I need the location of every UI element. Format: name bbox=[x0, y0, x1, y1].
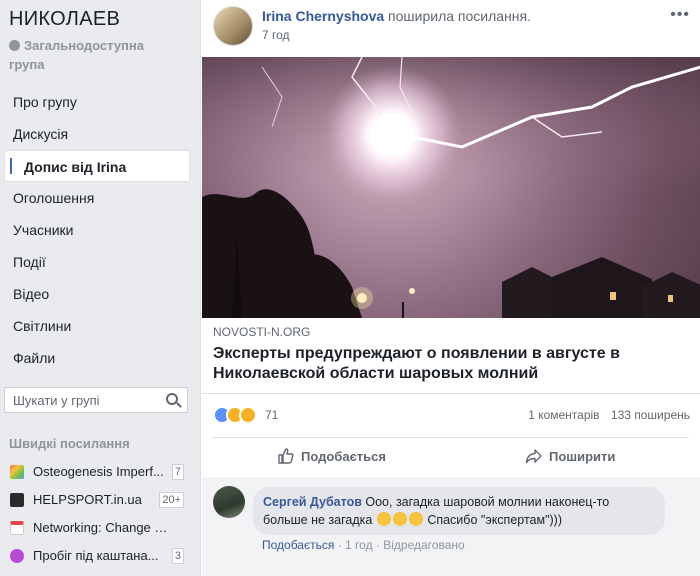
sad-reaction-icon bbox=[239, 406, 257, 424]
nav-item-videos[interactable]: Відео bbox=[4, 278, 190, 310]
link-preview-divider bbox=[202, 393, 700, 394]
link-title[interactable]: Эксперты предупреждают о появлении в авг… bbox=[213, 344, 683, 384]
link-preview-image[interactable] bbox=[202, 57, 700, 318]
quick-link-osteogenesis[interactable]: Osteogenesis Imperf... 7 bbox=[8, 458, 188, 486]
comments-count[interactable]: 1 коментарів bbox=[528, 408, 599, 422]
group-thumb-icon bbox=[10, 493, 24, 507]
rainbow-icon bbox=[10, 465, 24, 479]
globe-icon bbox=[9, 40, 20, 51]
quick-link-badge: 3 bbox=[171, 548, 184, 564]
nav-item-events[interactable]: Події bbox=[4, 246, 190, 278]
comment-like-link[interactable]: Подобається bbox=[262, 538, 334, 552]
quick-link-badge: 7 bbox=[171, 464, 184, 480]
nav-item-announcements[interactable]: Оголошення bbox=[4, 182, 190, 214]
post-action-text: поширила посилання. bbox=[388, 8, 531, 24]
laughing-emoji-icon bbox=[408, 512, 423, 526]
comment-bubble: Сергей Дубатов Ооо, загадка шаровой молн… bbox=[253, 487, 665, 535]
calendar-icon bbox=[10, 521, 24, 535]
laughing-emoji-icon bbox=[376, 512, 391, 526]
author-name-link[interactable]: Irina Chernyshova bbox=[262, 8, 384, 24]
like-button[interactable]: Подобається bbox=[277, 438, 386, 476]
post-header: Irina Chernyshova поширила посилання. bbox=[262, 8, 531, 24]
quick-link-helpsport[interactable]: HELPSPORT.in.ua 20+ bbox=[8, 486, 188, 514]
group-search-input[interactable] bbox=[5, 388, 155, 412]
quick-links: Osteogenesis Imperf... 7 HELPSPORT.in.ua… bbox=[8, 458, 188, 570]
commenter-name-link[interactable]: Сергей Дубатов bbox=[263, 495, 362, 509]
nav-item-discussion[interactable]: Дискусія bbox=[4, 118, 190, 150]
group-name[interactable]: НИКОЛАЕВ bbox=[9, 8, 120, 31]
share-button[interactable]: Поширити bbox=[525, 438, 615, 476]
privacy-label: Загальнодоступна група bbox=[9, 38, 144, 72]
post-actions: Подобається Поширити bbox=[213, 438, 689, 476]
flower-icon bbox=[10, 549, 24, 563]
link-domain[interactable]: NOVOSTI-N.ORG bbox=[213, 325, 310, 339]
left-sidebar: НИКОЛАЕВ Загальнодоступна група Про груп… bbox=[0, 0, 200, 576]
reaction-count[interactable]: 71 bbox=[265, 408, 278, 422]
quick-link-probig[interactable]: Пробіг під каштана... 3 bbox=[8, 542, 188, 570]
more-options-icon[interactable]: ••• bbox=[670, 6, 690, 24]
thumbs-up-icon bbox=[278, 448, 294, 464]
share-arrow-icon bbox=[525, 449, 542, 464]
comment-edited[interactable]: Відредаговано bbox=[383, 538, 464, 552]
author-avatar[interactable] bbox=[213, 6, 253, 46]
group-privacy: Загальнодоступна група bbox=[9, 36, 179, 74]
quick-links-title: Швидкі посилання bbox=[9, 436, 130, 451]
nav-item-photos[interactable]: Світлини bbox=[4, 310, 190, 342]
nav-item-members[interactable]: Учасники bbox=[4, 214, 190, 246]
post-stats: 1 коментарів 133 поширень bbox=[520, 408, 690, 422]
shares-count[interactable]: 133 поширень bbox=[611, 408, 690, 422]
comment-text-end: Спасибо "экспертам"))) bbox=[427, 513, 563, 527]
group-search bbox=[4, 387, 188, 413]
comment-meta: Подобається · 1 год · Відредаговано bbox=[262, 538, 465, 552]
nav-item-about[interactable]: Про групу bbox=[4, 86, 190, 118]
quick-link-badge: 20+ bbox=[159, 492, 184, 508]
commenter-avatar[interactable] bbox=[213, 486, 245, 518]
search-icon[interactable] bbox=[166, 393, 178, 405]
comment-time[interactable]: 1 год bbox=[345, 538, 373, 552]
quick-link-networking[interactable]: Networking: Change M... bbox=[8, 514, 188, 542]
nav-item-post-from-irina[interactable]: Допис від Irina bbox=[4, 150, 190, 182]
post-timestamp[interactable]: 7 год bbox=[262, 28, 290, 42]
group-nav: Про групу Дискусія Допис від Irina Оголо… bbox=[4, 86, 190, 374]
post-card: Irina Chernyshova поширила посилання. 7 … bbox=[200, 0, 700, 576]
laughing-emoji-icon bbox=[392, 512, 407, 526]
lightning-photo bbox=[202, 57, 700, 318]
nav-item-files[interactable]: Файли bbox=[4, 342, 190, 374]
